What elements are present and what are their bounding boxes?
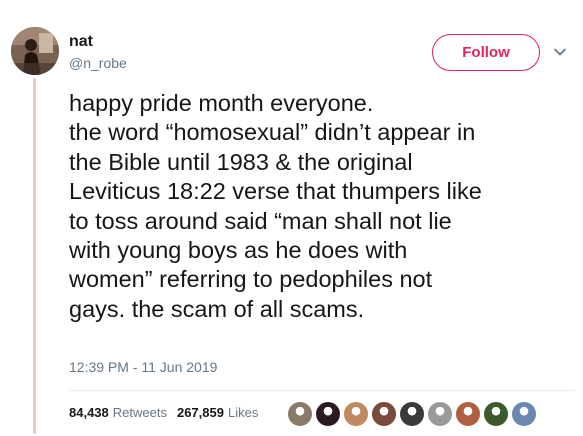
tweet-line: gays. the scam of all scams.: [69, 295, 365, 322]
thread-line: [33, 78, 36, 434]
liker-avatar-1[interactable]: [287, 401, 313, 427]
tweet-stats: 84,438 Retweets 267,859 Likes: [69, 404, 268, 422]
tweet-line: the word “homosexual” didn’t appear in: [69, 119, 476, 146]
likes-count: 267,859: [176, 405, 224, 420]
retweets-stat[interactable]: 84,438 Retweets: [69, 404, 167, 422]
display-name[interactable]: nat: [69, 32, 93, 52]
tweet-line: with young boys as he does with: [69, 237, 408, 264]
avatar[interactable]: [11, 27, 59, 75]
tweet-timestamp[interactable]: 12:39 PM - 11 Jun 2019: [69, 359, 217, 375]
chevron-down-icon[interactable]: [552, 44, 568, 60]
avatar-photo: [11, 27, 59, 75]
retweets-count: 84,438: [69, 405, 109, 420]
liker-avatar-9[interactable]: [511, 401, 537, 427]
liker-avatar-7[interactable]: [455, 401, 481, 427]
follow-button[interactable]: Follow: [432, 34, 540, 71]
tweet-line: Leviticus 18:22 verse that thumpers like: [69, 178, 482, 205]
liker-avatar-8[interactable]: [483, 401, 509, 427]
liker-avatar-6[interactable]: [427, 401, 453, 427]
liker-avatar-2[interactable]: [315, 401, 341, 427]
tweet-line: happy pride month everyone.: [69, 90, 374, 116]
likes-label: Likes: [227, 405, 259, 420]
tweet-line: to toss around said “man shall not lie: [69, 207, 452, 234]
tweet-text: happy pride month everyone. the word “ho…: [69, 89, 575, 324]
tweet-line: women” referring to pedophiles not: [69, 266, 433, 293]
tweet-line: the Bible until 1983 & the original: [69, 148, 413, 175]
likes-stat[interactable]: 267,859 Likes: [177, 404, 258, 422]
liker-avatar-4[interactable]: [371, 401, 397, 427]
divider: [69, 390, 575, 391]
liker-avatar-5[interactable]: [399, 401, 425, 427]
user-handle[interactable]: @n_robe: [69, 54, 127, 72]
liker-avatars: [287, 401, 539, 427]
retweets-label: Retweets: [112, 405, 167, 420]
liker-avatar-3[interactable]: [343, 401, 369, 427]
